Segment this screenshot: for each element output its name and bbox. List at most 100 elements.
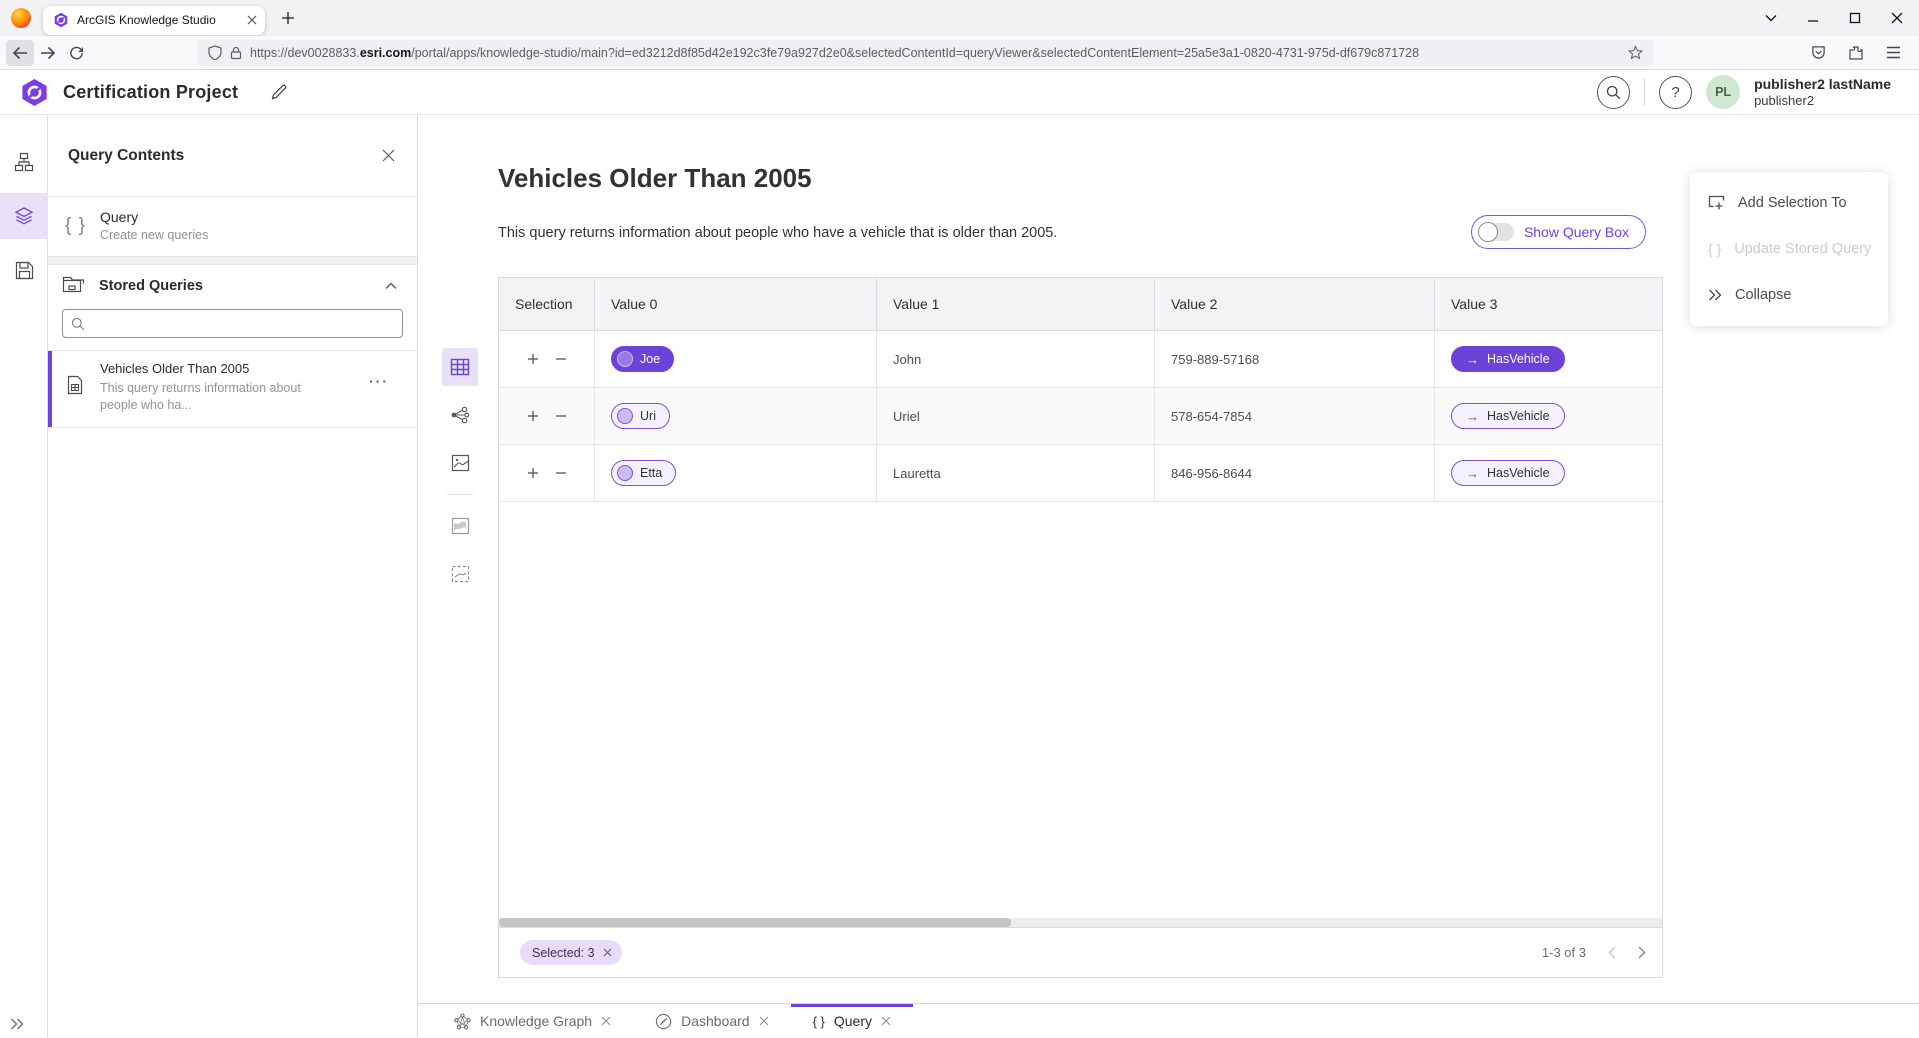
item-options-ellipsis-icon[interactable]: ··· (369, 373, 389, 389)
tab-close-icon[interactable] (759, 1016, 769, 1026)
main-content: Vehicles Older Than 2005 This query retu… (418, 115, 1919, 1003)
rail-item-contents[interactable] (0, 193, 48, 239)
pagination: 1-3 of 3 (1542, 945, 1646, 960)
stored-query-item[interactable]: Vehicles Older Than 2005 This query retu… (48, 350, 417, 428)
menu-hamburger-icon[interactable] (1886, 46, 1901, 59)
rail-item-data-model[interactable] (0, 139, 48, 185)
column-header-value2: Value 2 (1155, 278, 1435, 330)
cell-value1: Uriel (893, 409, 920, 424)
selected-count-label: Selected: 3 (532, 946, 595, 960)
add-to-selection-plus-icon[interactable] (527, 467, 539, 479)
knowledge-graph-icon (454, 1013, 471, 1030)
query-contents-panel: Query Contents { } Query Create new quer… (48, 115, 418, 1038)
cell-value2: 846-956-8644 (1171, 466, 1252, 481)
view-map-button[interactable] (442, 444, 478, 482)
view-table-button[interactable] (442, 348, 478, 386)
menu-item-add-selection-to[interactable]: Add Selection To (1690, 180, 1888, 226)
view-new-map-button[interactable] (442, 507, 478, 545)
expand-rail-button[interactable] (0, 1018, 48, 1030)
reload-button[interactable] (62, 40, 90, 66)
stored-queries-search (62, 309, 403, 338)
url-bar[interactable]: https://dev0028833.esri.com/portal/apps/… (198, 40, 1653, 66)
tab-query[interactable]: { } Query (791, 1004, 913, 1038)
page-next-chevron-icon[interactable] (1638, 946, 1646, 959)
table-icon (450, 358, 470, 376)
panel-close-icon[interactable] (382, 149, 395, 162)
list-tabs-chevron-button[interactable] (1765, 14, 1777, 22)
rail-item-saved[interactable] (0, 247, 48, 293)
cell-value2: 578-654-7854 (1171, 409, 1252, 424)
horizontal-scrollbar (499, 918, 1662, 927)
user-menu[interactable]: publisher2 lastName publisher2 (1754, 76, 1891, 108)
add-to-selection-plus-icon[interactable] (527, 353, 539, 365)
edit-project-pencil-icon[interactable] (270, 83, 288, 101)
page-title: Vehicles Older Than 2005 (498, 163, 812, 194)
firefox-icon[interactable] (11, 8, 31, 28)
forward-button[interactable] (34, 40, 62, 66)
double-chevron-right-icon (10, 1018, 24, 1030)
view-selection-map-button[interactable] (442, 555, 478, 593)
tab-label: Query (834, 1013, 872, 1029)
relationship-pill[interactable]: → HasVehicle (1451, 460, 1565, 486)
add-to-selection-plus-icon[interactable] (527, 410, 539, 422)
collapse-section-chevron-icon[interactable] (385, 282, 397, 290)
menu-item-label: Add Selection To (1738, 195, 1847, 211)
tab-close-button[interactable] (247, 15, 257, 25)
tab-dashboard[interactable]: Dashboard (633, 1004, 791, 1038)
user-name: publisher2 lastName (1754, 76, 1891, 93)
table-empty-area (499, 502, 1662, 918)
scrollbar-thumb[interactable] (499, 918, 1011, 927)
section-spacer (48, 257, 417, 265)
help-button[interactable]: ? (1659, 76, 1692, 109)
bookmark-star-icon[interactable] (1628, 45, 1643, 60)
selected-count-chip: Selected: 3 (520, 940, 622, 965)
toggle-switch[interactable] (1478, 223, 1514, 241)
toolbar-divider (447, 494, 473, 495)
entity-dot-icon (617, 465, 633, 481)
context-menu: Add Selection To { } Update Stored Query… (1690, 172, 1888, 326)
add-selection-icon (1708, 195, 1725, 212)
pocket-save-icon[interactable] (1811, 45, 1826, 60)
query-item[interactable]: { } Query Create new queries (48, 197, 417, 257)
search-input[interactable] (91, 316, 394, 331)
cell-value2: 759-889-57168 (1171, 352, 1259, 367)
relationship-pill[interactable]: → HasVehicle (1451, 346, 1565, 372)
relationship-pill[interactable]: → HasVehicle (1451, 403, 1565, 429)
entity-pill[interactable]: Joe (611, 346, 674, 372)
window-maximize-button[interactable] (1849, 12, 1861, 24)
view-link-chart-button[interactable] (442, 396, 478, 434)
tracking-shield-icon[interactable] (208, 45, 222, 60)
new-tab-button[interactable] (281, 11, 295, 25)
save-icon (15, 261, 34, 280)
extensions-puzzle-icon[interactable] (1848, 45, 1864, 61)
window-minimize-button[interactable] (1807, 12, 1819, 24)
show-query-box-toggle[interactable]: Show Query Box (1471, 215, 1646, 249)
clear-selection-icon[interactable] (603, 948, 612, 957)
entity-pill[interactable]: Etta (611, 460, 676, 486)
relationship-arrow-icon: → (1466, 409, 1479, 424)
avatar[interactable]: PL (1706, 75, 1740, 109)
menu-item-label: Update Stored Query (1734, 241, 1871, 257)
braces-icon: { } (1708, 241, 1721, 257)
back-button[interactable] (6, 40, 34, 66)
stored-queries-header: Stored Queries (48, 265, 417, 307)
relationship-pill-label: HasVehicle (1487, 409, 1550, 423)
dashboard-gauge-icon (655, 1013, 672, 1030)
browser-tab[interactable]: ArcGIS Knowledge Studio (43, 6, 265, 35)
window-close-button[interactable] (1891, 12, 1903, 24)
link-analysis-icon (450, 406, 470, 424)
app-header: Certification Project ? PL publisher2 la… (0, 70, 1919, 115)
column-header-value1: Value 1 (877, 278, 1155, 330)
remove-from-selection-minus-icon[interactable] (555, 467, 567, 479)
browser-nav-bar: https://dev0028833.esri.com/portal/apps/… (0, 36, 1919, 70)
tab-knowledge-graph[interactable]: Knowledge Graph (432, 1004, 633, 1038)
tab-close-icon[interactable] (601, 1016, 611, 1026)
table-row: Etta Lauretta 846-956-8644 → HasVehicle (499, 445, 1662, 502)
lock-icon[interactable] (230, 46, 242, 60)
tab-close-icon[interactable] (881, 1016, 891, 1026)
entity-pill[interactable]: Uri (611, 403, 670, 429)
search-button[interactable] (1597, 76, 1630, 109)
menu-item-collapse[interactable]: Collapse (1690, 272, 1888, 318)
remove-from-selection-minus-icon[interactable] (555, 353, 567, 365)
remove-from-selection-minus-icon[interactable] (555, 410, 567, 422)
